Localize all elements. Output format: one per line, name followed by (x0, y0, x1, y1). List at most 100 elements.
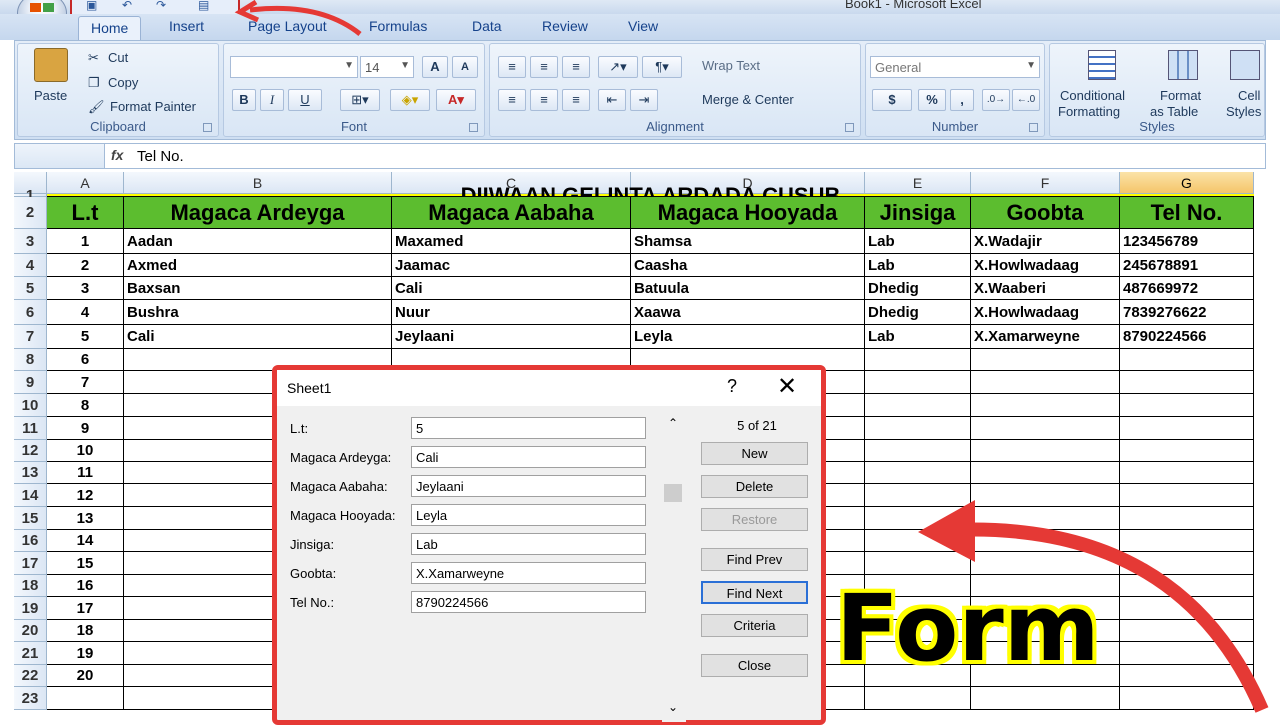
data-cell[interactable]: Axmed (124, 254, 392, 277)
data-cell[interactable]: 4 (47, 300, 124, 325)
empty-cell[interactable] (865, 394, 971, 417)
row-header-10[interactable]: 10 (14, 394, 47, 417)
serial-cell[interactable]: 10 (47, 440, 124, 462)
data-cell[interactable]: Cali (124, 325, 392, 349)
data-cell[interactable]: Dhedig (865, 277, 971, 300)
grow-font-button[interactable]: A (422, 56, 448, 78)
close-button[interactable]: Close (701, 654, 808, 677)
empty-cell[interactable] (971, 394, 1120, 417)
data-cell[interactable]: Lab (865, 254, 971, 277)
cell-styles-icon[interactable] (1230, 50, 1260, 80)
underline-button[interactable]: U (288, 89, 322, 111)
row-header-21[interactable]: 21 (14, 642, 47, 665)
empty-cell[interactable] (1120, 484, 1254, 507)
data-cell[interactable]: Lab (865, 325, 971, 349)
empty-cell[interactable] (1120, 394, 1254, 417)
serial-cell[interactable]: 16 (47, 575, 124, 597)
field-input[interactable]: Lab (411, 533, 646, 555)
data-cell[interactable]: X.Xamarweyne (971, 325, 1120, 349)
bold-button[interactable]: B (232, 89, 256, 111)
header-cell[interactable]: Magaca Aabaha (392, 197, 631, 229)
comma-button[interactable]: , (950, 89, 974, 111)
row-header-13[interactable]: 13 (14, 462, 47, 484)
empty-cell[interactable] (865, 440, 971, 462)
data-cell[interactable]: 1 (47, 229, 124, 254)
wrap-text-button[interactable]: Wrap Text (702, 58, 760, 73)
data-cell[interactable]: Aadan (124, 229, 392, 254)
row-header-2[interactable]: 2 (14, 197, 47, 229)
data-cell[interactable]: 7839276622 (1120, 300, 1254, 325)
field-input[interactable]: 8790224566 (411, 591, 646, 613)
align-center-icon[interactable]: ≡ (530, 89, 558, 111)
empty-cell[interactable] (971, 484, 1120, 507)
field-input[interactable]: X.Xamarweyne (411, 562, 646, 584)
column-header-a[interactable]: A (47, 172, 124, 194)
paste-button[interactable]: Paste (34, 88, 67, 103)
fx-icon[interactable]: fx (111, 147, 123, 163)
data-cell[interactable]: 487669972 (1120, 277, 1254, 300)
borders-icon[interactable]: ⊞▾ (340, 89, 380, 111)
tab-data[interactable]: Data (472, 18, 502, 34)
align-top-icon[interactable]: ≡ (498, 56, 526, 78)
empty-cell[interactable] (865, 507, 971, 530)
data-cell[interactable]: Batuula (631, 277, 865, 300)
header-cell[interactable]: Goobta (971, 197, 1120, 229)
conditional-formatting-icon[interactable] (1088, 50, 1116, 80)
font-name-combo[interactable]: ▼ (230, 56, 358, 78)
empty-cell[interactable] (971, 530, 1120, 552)
row-header-8[interactable]: 8 (14, 349, 47, 371)
data-cell[interactable]: X.Howlwadaag (971, 300, 1120, 325)
row-header-22[interactable]: 22 (14, 665, 47, 687)
row-header-18[interactable]: 18 (14, 575, 47, 597)
data-cell[interactable]: Lab (865, 229, 971, 254)
empty-cell[interactable] (1120, 665, 1254, 687)
format-as-table-button[interactable]: Format (1160, 88, 1201, 103)
field-input[interactable]: Leyla (411, 504, 646, 526)
column-header-g[interactable]: G (1120, 172, 1254, 194)
row-header-6[interactable]: 6 (14, 300, 47, 325)
orientation-icon[interactable]: ↗▾ (598, 56, 638, 78)
find-next-button[interactable]: Find Next (701, 581, 808, 604)
scroll-up-icon[interactable]: ⌃ (668, 416, 678, 430)
row-header-23[interactable]: 23 (14, 687, 47, 710)
empty-cell[interactable] (971, 507, 1120, 530)
help-icon[interactable]: ? (727, 376, 737, 397)
empty-cell[interactable] (865, 462, 971, 484)
close-icon[interactable]: ✕ (777, 372, 797, 401)
row-header-20[interactable]: 20 (14, 620, 47, 642)
data-cell[interactable]: Xaawa (631, 300, 865, 325)
row-header-3[interactable]: 3 (14, 229, 47, 254)
delete-button[interactable]: Delete (701, 475, 808, 498)
serial-cell[interactable]: 18 (47, 620, 124, 642)
data-cell[interactable]: Nuur (392, 300, 631, 325)
field-input[interactable]: Cali (411, 446, 646, 468)
row-header-14[interactable]: 14 (14, 484, 47, 507)
empty-cell[interactable] (865, 371, 971, 394)
empty-cell[interactable] (865, 687, 971, 710)
header-cell[interactable]: L.t (47, 197, 124, 229)
font-size-combo[interactable]: 14 ▼ (360, 56, 414, 78)
empty-cell[interactable] (865, 530, 971, 552)
empty-cell[interactable] (971, 371, 1120, 394)
row-header-4[interactable]: 4 (14, 254, 47, 277)
print-icon[interactable]: ▤ (198, 0, 209, 12)
data-cell[interactable]: 2 (47, 254, 124, 277)
serial-cell[interactable]: 14 (47, 530, 124, 552)
field-input[interactable]: Jeylaani (411, 475, 646, 497)
font-launcher-icon[interactable] (469, 123, 478, 132)
row-header-16[interactable]: 16 (14, 530, 47, 552)
cell-styles-button[interactable]: Cell (1238, 88, 1260, 103)
data-cell[interactable]: 245678891 (1120, 254, 1254, 277)
header-cell[interactable]: Jinsiga (865, 197, 971, 229)
scroll-down-icon[interactable]: ⌄ (668, 700, 678, 714)
serial-cell[interactable]: 17 (47, 597, 124, 620)
serial-cell[interactable]: 6 (47, 349, 124, 371)
data-cell[interactable]: 3 (47, 277, 124, 300)
serial-cell[interactable]: 13 (47, 507, 124, 530)
column-header-e[interactable]: E (865, 172, 971, 194)
italic-button[interactable]: I (260, 89, 284, 111)
number-format-combo[interactable]: General ▼ (870, 56, 1040, 78)
find-prev-button[interactable]: Find Prev (701, 548, 808, 571)
decrease-decimal-icon[interactable]: ←.0 (1012, 89, 1040, 111)
text-direction-icon[interactable]: ¶▾ (642, 56, 682, 78)
